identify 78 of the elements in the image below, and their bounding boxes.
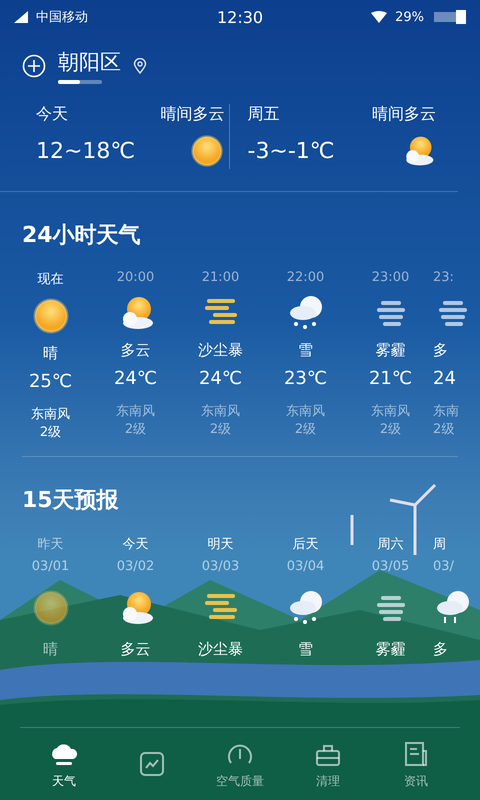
condition-label: 沙尘暴	[198, 341, 243, 360]
wind-direction: 东南风	[286, 403, 325, 421]
day-label: 后天	[292, 536, 318, 554]
temperature-label: 25℃	[28, 371, 72, 392]
temperature-range: 12~18℃	[36, 138, 136, 164]
condition-label: 雪	[298, 640, 313, 660]
day-label: 明天	[208, 536, 234, 554]
day-label: 昨天	[38, 536, 64, 554]
location-pin-icon	[133, 58, 147, 74]
hour-label: 20:00	[116, 270, 154, 285]
date-label: 03/01	[32, 559, 70, 574]
section-title: 15天预报	[21, 487, 120, 516]
date-label: 03/05	[372, 559, 410, 574]
hour-label: 22:00	[286, 270, 324, 285]
condition-label: 多	[433, 341, 448, 360]
gauge-icon	[228, 744, 252, 764]
sun-icon	[188, 133, 224, 169]
status-time: 12:30	[216, 8, 264, 26]
condition-label: 晴	[43, 640, 58, 660]
document-icon	[405, 742, 427, 766]
chart-icon	[140, 752, 164, 776]
condition-label: 沙尘暴	[198, 640, 243, 660]
wind-direction: 东南风	[201, 403, 240, 421]
hour-label: 23:00	[372, 270, 410, 285]
day-label: 周六	[378, 536, 404, 554]
wifi-icon	[371, 11, 388, 23]
city-name: 朝阳区	[58, 49, 121, 76]
wind-level: 2级	[294, 421, 316, 440]
condition-label: 雾霾	[376, 341, 406, 360]
wind-level: 2级	[124, 421, 146, 440]
wind-level: 2级	[40, 424, 62, 442]
hour-label: 23:	[433, 270, 454, 285]
temperature-label: 24℃	[114, 368, 158, 389]
nav-tab[interactable]: 空气质量	[196, 728, 284, 800]
day-label: 周五	[248, 104, 280, 125]
temperature-label: 21℃	[368, 368, 412, 389]
day-label: 今天	[122, 536, 148, 554]
day-label: 周	[433, 536, 446, 554]
wind-level: 2级	[210, 421, 232, 440]
signal-icon	[14, 11, 28, 23]
condition-label: 多	[433, 640, 448, 660]
carrier-name: 中国移动	[36, 9, 88, 26]
nav-tab[interactable]: 天气	[20, 728, 108, 800]
wind-level: 2级	[433, 421, 454, 440]
hour-label: 现在	[38, 271, 64, 288]
section-title: 24小时天气	[21, 222, 142, 250]
temperature-label: 24℃	[198, 368, 242, 389]
nav-tab[interactable]: 清理	[284, 728, 372, 800]
page-indicator	[58, 80, 102, 84]
wind-direction: 东南风	[116, 403, 155, 421]
condition-label: 雾霾	[376, 640, 406, 660]
temperature-label: 23℃	[284, 368, 328, 389]
battery-percent: 29%	[395, 10, 424, 24]
briefcase-icon	[316, 744, 340, 766]
hour-label: 21:00	[202, 270, 240, 285]
condition-label: 多云	[120, 341, 150, 360]
day-label: 今天	[36, 104, 69, 125]
battery-icon	[432, 10, 466, 24]
date-label: 03/03	[202, 559, 240, 574]
nav-tab[interactable]: 资讯	[372, 728, 460, 800]
condition-label: 雪	[298, 341, 313, 360]
date-label: 03/	[433, 559, 454, 574]
sun-icon	[30, 588, 70, 628]
condition-label: 晴间多云	[160, 104, 224, 125]
wind-direction: 东南	[433, 403, 459, 421]
condition-label: 晴	[43, 344, 58, 363]
cloud-icon	[52, 744, 78, 764]
sun-icon	[30, 296, 70, 336]
add-icon[interactable]	[22, 54, 46, 78]
wind-direction: 东南风	[31, 406, 70, 424]
date-label: 03/04	[286, 559, 324, 574]
wind-direction: 东南风	[371, 403, 410, 421]
condition-label: 多云	[120, 640, 150, 660]
temperature-range: -3~-1℃	[248, 138, 336, 164]
date-label: 03/02	[116, 559, 154, 574]
wind-level: 2级	[380, 421, 402, 440]
temperature-label: 24	[433, 368, 456, 389]
condition-label: 晴间多云	[372, 104, 436, 125]
